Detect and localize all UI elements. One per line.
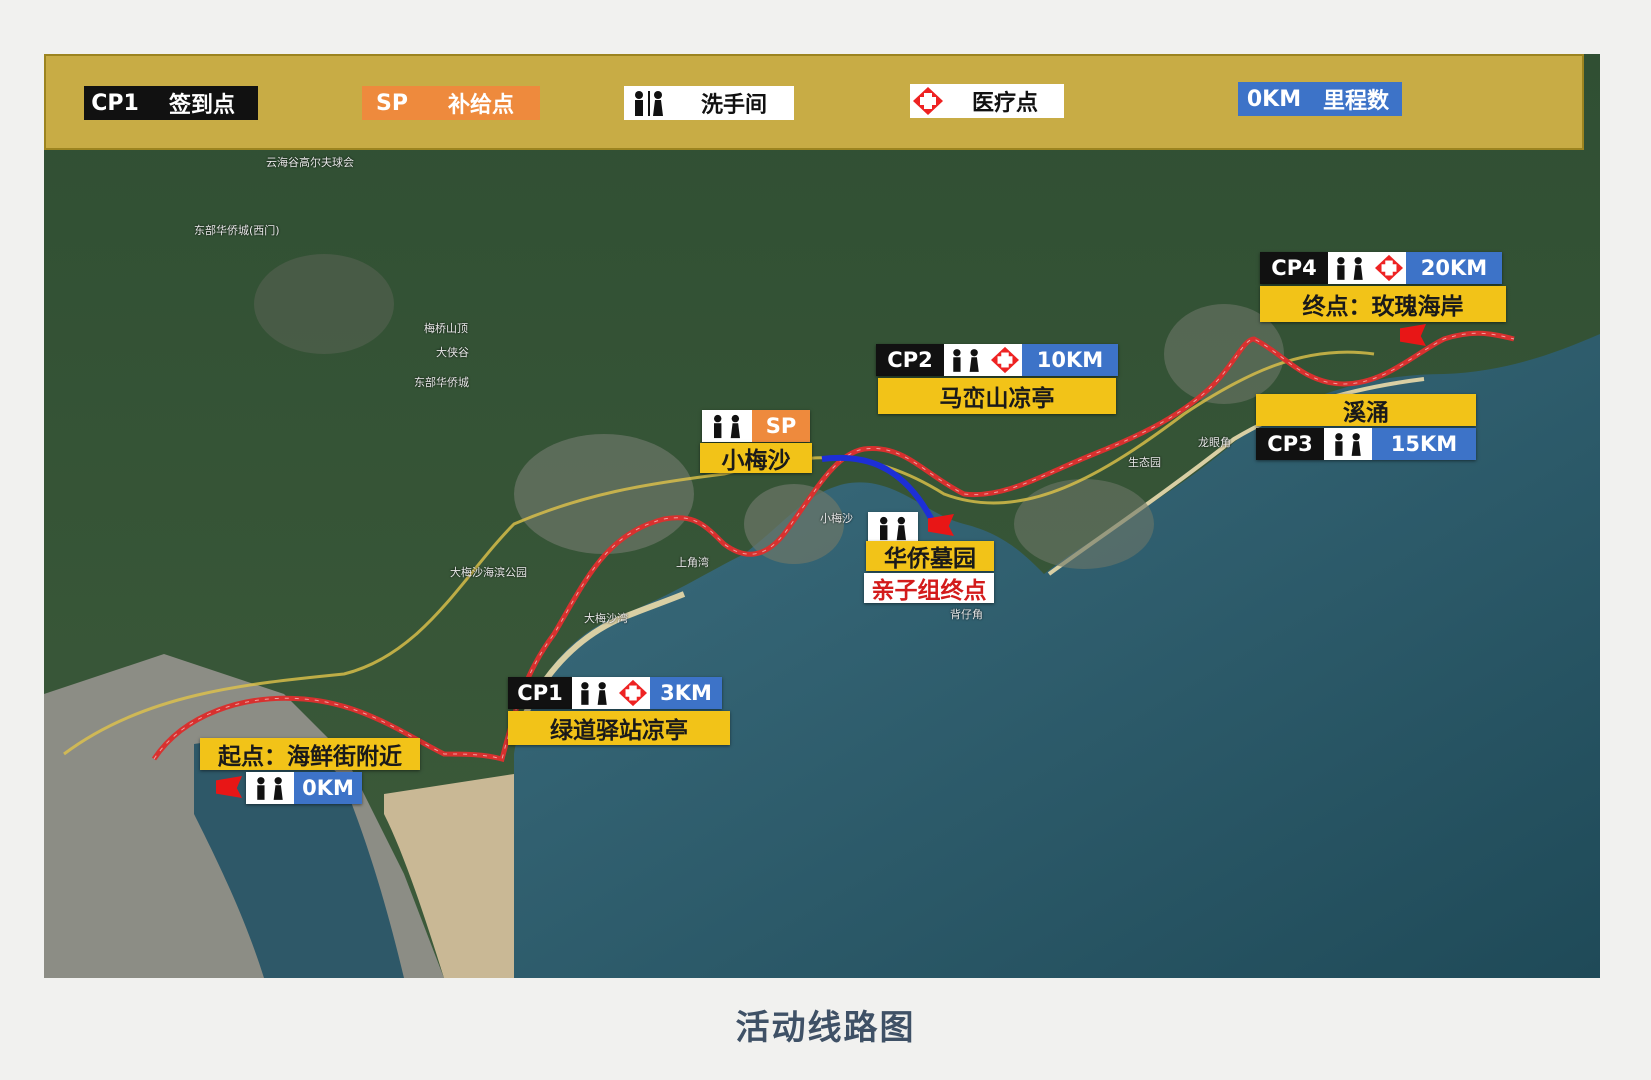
place-label: 上角湾	[676, 556, 709, 569]
family-finish-note: 亲子组终点	[864, 573, 994, 604]
medical-cross-icon	[616, 677, 650, 709]
legend-medical-label: 医疗点	[946, 84, 1064, 118]
place-label: 大梅沙海滨公园	[450, 566, 527, 579]
toilet-icon	[246, 772, 294, 804]
start-name: 起点：海鲜街附近	[200, 738, 420, 770]
start-tag: 0KM	[246, 772, 362, 804]
cp4-distance: 20KM	[1406, 252, 1502, 284]
cp2-distance: 10KM	[1022, 344, 1118, 376]
cp1-code: CP1	[508, 677, 572, 709]
cp3-tag: CP3 15KM	[1256, 428, 1476, 460]
place-label: 云海谷高尔夫球会	[266, 156, 354, 169]
supply-name: 小梅沙	[700, 443, 812, 474]
place-label: 东部华侨城	[414, 376, 469, 389]
medical-cross-icon	[988, 344, 1022, 376]
legend-distance: 0KM 里程数	[1238, 82, 1402, 116]
medical-cross-icon	[1372, 252, 1406, 284]
cp1-distance: 3KM	[650, 677, 722, 709]
urban-patch	[254, 254, 394, 354]
route-map: CP1 签到点 SP 补给点 洗手间 医疗点 0KM 里程数 云海谷高尔夫球会 …	[44, 54, 1600, 978]
legend-toilet-label: 洗手间	[674, 86, 794, 120]
legend-supply-code: SP	[362, 86, 422, 120]
cp3-distance: 15KM	[1372, 428, 1476, 460]
toilet-icon	[572, 677, 616, 709]
family-finish-name: 华侨墓园	[866, 541, 994, 572]
legend-distance-code: 0KM	[1238, 82, 1310, 116]
place-label: 东部华侨城(西门)	[194, 224, 280, 237]
place-label: 梅桥山顶	[424, 322, 468, 335]
legend-bar: CP1 签到点 SP 补给点 洗手间 医疗点 0KM 里程数	[44, 54, 1584, 150]
cp4-code: CP4	[1260, 252, 1328, 284]
map-caption: 活动线路图	[735, 1008, 916, 1048]
place-label: 龙眼角	[1198, 436, 1231, 449]
supply-code: SP	[752, 410, 810, 442]
place-label: 大侠谷	[436, 346, 469, 359]
legend-supply: SP 补给点	[362, 86, 540, 120]
toilet-icon	[1328, 252, 1372, 284]
legend-supply-label: 补给点	[422, 86, 540, 120]
place-label: 背仔角	[950, 608, 983, 621]
cp2-tag: CP2 10KM	[876, 344, 1118, 376]
toilet-icon	[702, 410, 752, 442]
legend-toilet: 洗手间	[624, 86, 794, 120]
medical-cross-icon	[910, 84, 946, 118]
legend-checkin: CP1 签到点	[84, 86, 258, 120]
place-label: 大梅沙湾	[584, 612, 628, 625]
place-label: 生态园	[1128, 456, 1161, 469]
cp3-name: 溪涌	[1256, 394, 1476, 426]
legend-distance-label: 里程数	[1310, 82, 1402, 116]
cp1-tag: CP1 3KM	[508, 677, 722, 709]
toilet-icon	[1324, 428, 1372, 460]
cp3-code: CP3	[1256, 428, 1324, 460]
legend-medical: 医疗点	[910, 84, 1064, 118]
legend-checkin-code: CP1	[84, 86, 146, 120]
cp4-name: 终点：玫瑰海岸	[1260, 286, 1506, 322]
supply-tag: SP	[702, 410, 810, 442]
urban-patch	[1014, 479, 1154, 569]
toilet-icon	[944, 344, 988, 376]
toilet-icon	[624, 86, 674, 120]
cp2-code: CP2	[876, 344, 944, 376]
cp4-tag: CP4 20KM	[1260, 252, 1502, 284]
start-distance: 0KM	[294, 772, 362, 804]
legend-checkin-label: 签到点	[146, 86, 258, 120]
cp2-name: 马峦山凉亭	[878, 378, 1116, 414]
cp1-name: 绿道驿站凉亭	[508, 711, 730, 745]
place-label: 小梅沙	[820, 512, 853, 525]
